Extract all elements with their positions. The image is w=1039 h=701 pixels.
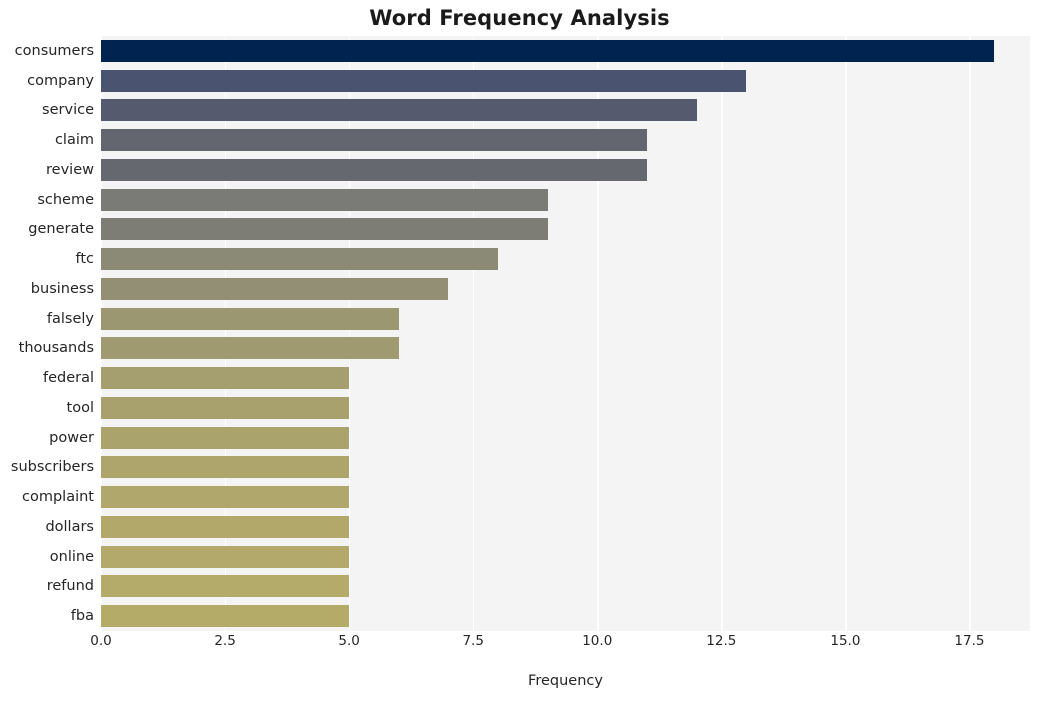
y-axis-tick-label: fba bbox=[70, 608, 94, 625]
bar bbox=[101, 218, 548, 241]
y-axis-tick-label: online bbox=[49, 548, 94, 565]
bar bbox=[101, 158, 647, 181]
y-axis-tick-label: business bbox=[30, 280, 94, 297]
y-axis-tick-label: ftc bbox=[75, 251, 94, 268]
y-axis-tick-label: claim bbox=[54, 132, 94, 149]
y-axis-tick-label: complaint bbox=[22, 489, 94, 506]
bar bbox=[101, 515, 350, 538]
x-axis-tick-label: 17.5 bbox=[954, 633, 985, 649]
y-axis-tick-label: consumers bbox=[14, 42, 94, 59]
bar bbox=[101, 605, 350, 628]
gridline bbox=[721, 36, 723, 631]
chart-figure: Word Frequency Analysis consumers company… bbox=[0, 0, 1039, 701]
chart-title: Word Frequency Analysis bbox=[369, 6, 670, 30]
bar bbox=[101, 367, 350, 390]
x-axis-tick-label: 7.5 bbox=[462, 633, 484, 649]
bar bbox=[101, 456, 350, 479]
bar bbox=[101, 188, 548, 211]
y-axis-tick-label: generate bbox=[28, 221, 94, 238]
y-axis-tick-label: subscribers bbox=[10, 459, 94, 476]
bar bbox=[101, 277, 449, 300]
y-axis-tick-label: company bbox=[27, 72, 94, 89]
gridline bbox=[349, 36, 351, 631]
gridline bbox=[225, 36, 227, 631]
x-axis-tick-label: 0.0 bbox=[90, 633, 112, 649]
bar bbox=[101, 69, 747, 92]
y-axis-tick-label: service bbox=[42, 102, 94, 119]
x-axis-label: Frequency bbox=[528, 673, 603, 689]
bar bbox=[101, 545, 350, 568]
bar bbox=[101, 396, 350, 419]
gridline bbox=[597, 36, 599, 631]
bar bbox=[101, 486, 350, 509]
y-axis-tick-label: refund bbox=[46, 578, 94, 595]
x-axis-tick-label: 12.5 bbox=[706, 633, 737, 649]
x-axis-tick-label: 10.0 bbox=[582, 633, 613, 649]
bar bbox=[101, 337, 399, 360]
y-axis-tick-label: falsely bbox=[46, 310, 94, 327]
y-axis-tick-labels: consumers company service claim review scheme… bbox=[0, 36, 94, 631]
bar bbox=[101, 426, 350, 449]
bar bbox=[101, 129, 647, 152]
gridline bbox=[969, 36, 971, 631]
y-axis-tick-label: tool bbox=[66, 399, 94, 416]
bar bbox=[101, 248, 498, 271]
y-axis-tick-label: review bbox=[46, 161, 94, 178]
x-axis-tick-label: 2.5 bbox=[214, 633, 236, 649]
x-axis-tick-labels: 0.0 2.5 5.0 7.5 10.0 12.5 15.0 17.5 bbox=[90, 633, 1030, 657]
x-axis-tick-label: 15.0 bbox=[830, 633, 861, 649]
plot-area bbox=[101, 36, 1030, 631]
y-axis-tick-label: thousands bbox=[18, 340, 94, 357]
y-axis-tick-label: power bbox=[49, 429, 94, 446]
bar bbox=[101, 99, 697, 122]
bar bbox=[101, 575, 350, 598]
gridline bbox=[845, 36, 847, 631]
y-axis-tick-label: scheme bbox=[37, 191, 94, 208]
y-axis-tick-label: federal bbox=[42, 370, 94, 387]
y-axis-tick-label: dollars bbox=[45, 518, 94, 535]
gridline bbox=[473, 36, 475, 631]
x-axis-tick-label: 5.0 bbox=[338, 633, 360, 649]
gridline bbox=[101, 36, 103, 631]
bar bbox=[101, 39, 995, 62]
bar bbox=[101, 307, 399, 330]
